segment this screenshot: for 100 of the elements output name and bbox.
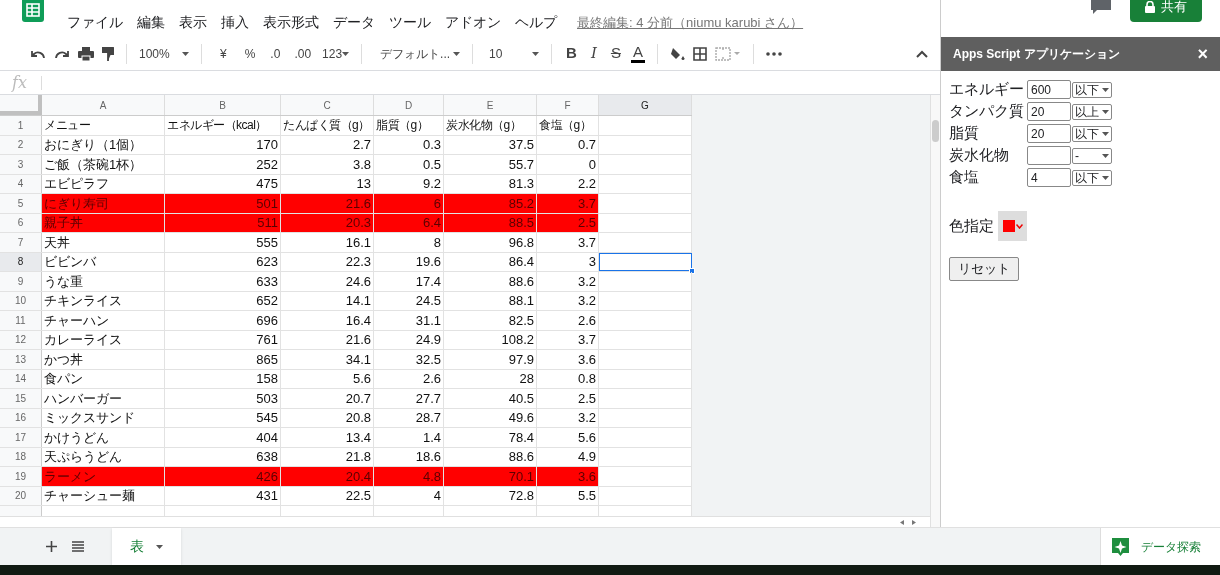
value-field[interactable]: 20 [1027, 124, 1071, 143]
table-cell: 19.6 [374, 252, 444, 271]
table-cell: 108.2 [444, 330, 537, 349]
row-header[interactable]: 5 [0, 194, 42, 213]
sheets-logo-icon[interactable] [22, 0, 44, 22]
table-cell: 501 [165, 194, 281, 213]
menu-item[interactable]: 表示形式 [263, 12, 319, 33]
table-cell: 3 [537, 252, 599, 271]
menu-item[interactable]: 編集 [137, 12, 165, 33]
percent-button[interactable]: % [240, 44, 260, 63]
column-header[interactable]: E [444, 95, 537, 115]
caret-icon [1102, 131, 1109, 136]
column-header[interactable]: C [281, 95, 374, 115]
scrollbar-thumb[interactable] [932, 120, 939, 142]
menu-item[interactable]: ツール [389, 12, 431, 33]
table-cell: 24.9 [374, 330, 444, 349]
sheet-list-icon[interactable] [72, 541, 84, 552]
scroll-right-icon[interactable] [912, 520, 916, 525]
value-field[interactable] [1027, 146, 1071, 165]
table-cell: 9.2 [374, 174, 444, 193]
zoom-dropdown[interactable]: 100% [139, 44, 189, 63]
table-cell: 16.4 [281, 311, 374, 330]
print-icon[interactable] [78, 46, 94, 61]
table-cell: 623 [165, 252, 281, 271]
borders-icon[interactable] [692, 46, 707, 61]
menu-item[interactable]: ヘルプ [515, 12, 557, 33]
table-cell: チキンライス [42, 291, 165, 310]
table-cell: 27.7 [374, 389, 444, 408]
operator-select[interactable]: 以上 [1072, 103, 1112, 120]
redo-icon[interactable] [54, 48, 70, 59]
font-dropdown[interactable]: デフォルト... [380, 44, 461, 63]
table-cell: 652 [165, 291, 281, 310]
last-edit-link[interactable]: 最終編集: 4 分前（niumu karubi さん） [577, 12, 804, 33]
undo-icon[interactable] [30, 48, 46, 59]
menu-item[interactable]: ファイル [67, 12, 123, 33]
close-button[interactable]: × [1197, 45, 1208, 63]
reset-button[interactable]: リセット [949, 257, 1019, 281]
share-button[interactable]: 共有 [1130, 0, 1202, 22]
table-cell: 20.4 [281, 467, 374, 486]
merge-cells-icon[interactable] [714, 46, 741, 61]
bold-button[interactable]: B [564, 42, 579, 65]
row-header[interactable]: 17 [0, 428, 42, 447]
row-header[interactable]: 11 [0, 311, 42, 330]
column-header[interactable]: G [599, 95, 692, 115]
scroll-left-icon[interactable] [900, 520, 904, 525]
table-cell: 97.9 [444, 350, 537, 369]
currency-button[interactable]: ¥ [214, 44, 233, 63]
column-header[interactable]: A [42, 95, 165, 115]
selected-cell[interactable] [599, 252, 692, 271]
table-cell: 72.8 [444, 486, 537, 505]
column-header[interactable]: B [165, 95, 281, 115]
menu-item[interactable]: 表示 [179, 12, 207, 33]
menu-item[interactable]: データ [333, 12, 375, 33]
operator-select[interactable]: 以下 [1072, 169, 1112, 186]
table-cell: 40.5 [444, 389, 537, 408]
menu-item[interactable]: 挿入 [221, 12, 249, 33]
value-field[interactable]: 20 [1027, 102, 1071, 121]
row-header[interactable]: 15 [0, 389, 42, 408]
font-size-dropdown[interactable]: 10 [489, 44, 540, 63]
comment-icon[interactable] [1091, 0, 1111, 14]
caret-icon [1102, 109, 1109, 114]
operator-select[interactable]: 以下 [1072, 125, 1112, 142]
table-cell: 252 [165, 155, 281, 174]
table-cell: 545 [165, 408, 281, 427]
table-cell: 4.9 [537, 447, 599, 466]
collapse-icon[interactable] [916, 49, 928, 58]
italic-button[interactable]: I [586, 42, 601, 65]
table-cell: 0.3 [374, 135, 444, 154]
menu-item[interactable]: アドオン [445, 12, 501, 33]
row-header[interactable]: 13 [0, 350, 42, 369]
operator-select[interactable]: 以下 [1072, 81, 1112, 98]
caret-icon [342, 51, 350, 56]
row-header[interactable]: 3 [0, 155, 42, 174]
color-picker[interactable] [998, 211, 1027, 241]
more-icon[interactable] [765, 51, 782, 56]
decimal-decrease-button[interactable]: .0 [267, 44, 284, 63]
value-field[interactable]: 600 [1027, 80, 1071, 99]
table-cell: 天丼 [42, 233, 165, 252]
table-cell: 21.6 [281, 194, 374, 213]
row-header[interactable]: 7 [0, 233, 42, 252]
operator-select[interactable]: - [1072, 147, 1112, 164]
row-header[interactable]: 9 [0, 272, 42, 291]
sheet-tab[interactable]: 表 [112, 528, 181, 565]
row-header[interactable]: 1 [0, 116, 42, 135]
table-cell: 5.6 [537, 428, 599, 447]
decimal-increase-button[interactable]: .00 [291, 44, 315, 63]
row-header[interactable]: 19 [0, 467, 42, 486]
column-header[interactable]: D [374, 95, 444, 115]
table-cell: カレーライス [42, 330, 165, 349]
paint-format-icon[interactable] [102, 46, 114, 61]
value-field[interactable]: 4 [1027, 168, 1071, 187]
strikethrough-button[interactable]: S [608, 42, 623, 65]
add-sheet-icon[interactable] [46, 541, 57, 552]
caret-icon [453, 51, 461, 56]
text-color-button[interactable]: A [630, 44, 645, 63]
color-label: 色指定 [949, 215, 994, 236]
table-cell: 761 [165, 330, 281, 349]
number-format-button[interactable]: 123 [322, 44, 350, 63]
fill-color-icon[interactable] [669, 46, 685, 61]
table-cell: チャーハン [42, 311, 165, 330]
